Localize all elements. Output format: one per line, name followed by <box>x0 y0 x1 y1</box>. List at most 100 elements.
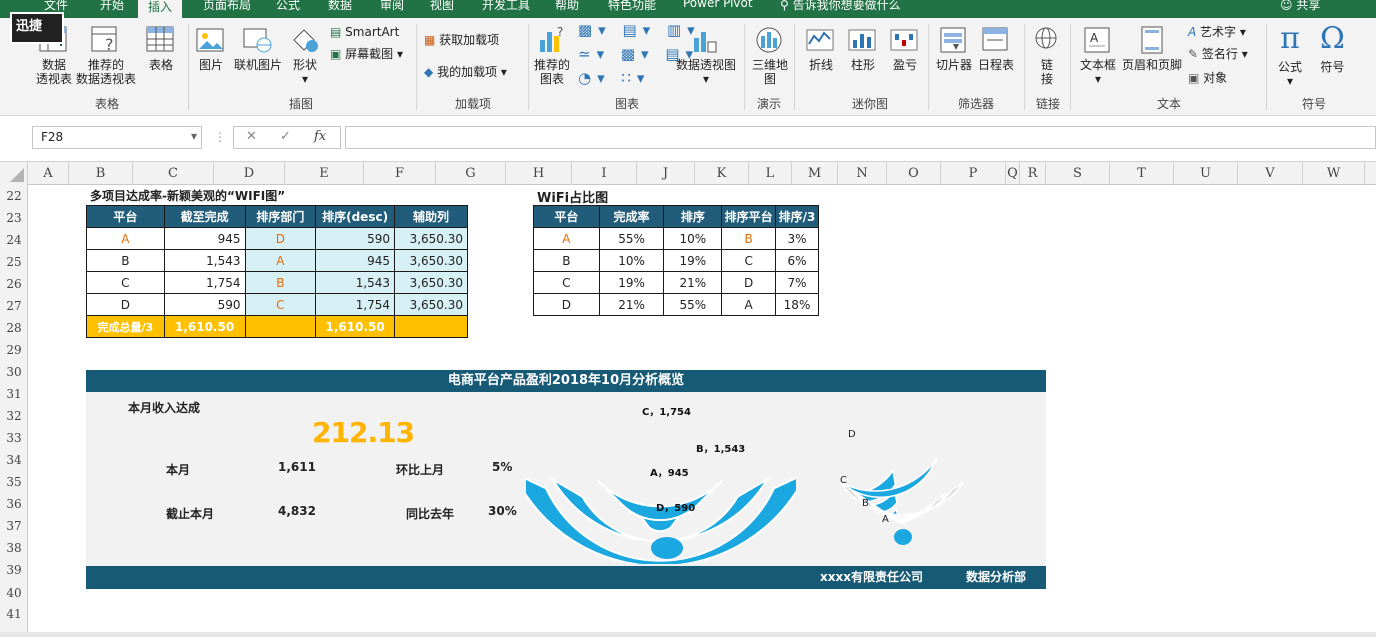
row-header-38[interactable]: 38 <box>0 541 28 555</box>
table-cell[interactable]: 1,543 <box>163 249 246 272</box>
row-header-40[interactable]: 40 <box>0 586 28 600</box>
insert-function-icon[interactable]: fx <box>314 129 326 144</box>
row-header-26[interactable]: 26 <box>0 277 28 291</box>
column-header-O[interactable]: O <box>887 162 941 185</box>
table-cell[interactable] <box>244 315 317 338</box>
tab-formulas[interactable]: 公式 <box>276 0 300 16</box>
column-header-M[interactable]: M <box>792 162 838 185</box>
tab-review[interactable]: 审阅 <box>380 0 404 16</box>
screenshot-button[interactable]: ▣ 屏幕截图 ▾ <box>330 46 403 62</box>
column-header-T[interactable]: T <box>1110 162 1174 185</box>
row-header-34[interactable]: 34 <box>0 453 28 467</box>
table-cell[interactable]: 590 <box>315 227 396 250</box>
row-header-39[interactable]: 39 <box>0 563 28 577</box>
share-button[interactable]: ☺ 共享 <box>1280 0 1320 16</box>
tab-developer[interactable]: 开发工具 <box>482 0 530 16</box>
column-header-U[interactable]: U <box>1174 162 1238 185</box>
table-cell[interactable]: 3,650.30 <box>394 227 468 250</box>
column-header-R[interactable]: R <box>1020 162 1046 185</box>
row-header-31[interactable]: 31 <box>0 387 28 401</box>
table-cell[interactable]: C <box>86 271 165 294</box>
table-cell[interactable]: 3% <box>775 227 819 250</box>
object-button[interactable]: ▣ 对象 <box>1188 70 1227 86</box>
recommended-charts-button[interactable]: ? 推荐的 图表 <box>534 26 570 86</box>
row-header-36[interactable]: 36 <box>0 497 28 511</box>
table-cell[interactable]: 55% <box>598 227 665 250</box>
table-cell[interactable]: 1,754 <box>315 293 396 316</box>
column-header-S[interactable]: S <box>1046 162 1110 185</box>
symbol-button[interactable]: Ω 符号 <box>1320 22 1345 75</box>
table-cell[interactable]: B <box>721 227 777 250</box>
wifi-share-chart[interactable]: A B C D <box>802 392 1002 564</box>
column-header-A[interactable]: A <box>28 162 69 185</box>
row-header-30[interactable]: 30 <box>0 365 28 379</box>
table-cell[interactable]: 1,543 <box>315 271 396 294</box>
pivot-chart-button[interactable]: 数据透视图 ▾ <box>676 26 736 86</box>
column-header-J[interactable]: J <box>637 162 695 185</box>
column-header-K[interactable]: K <box>695 162 749 185</box>
tab-page-layout[interactable]: 页面布局 <box>203 0 251 16</box>
table-cell[interactable]: A <box>244 249 317 272</box>
tab-view[interactable]: 视图 <box>430 0 454 16</box>
chart-type-buttons-3[interactable]: ◔▾ ∷▾ <box>578 70 650 86</box>
table-cell[interactable]: 1,610.50 <box>163 315 246 338</box>
column-header-D[interactable]: D <box>214 162 285 185</box>
column-header-C[interactable]: C <box>133 162 214 185</box>
table-cell[interactable]: 1,754 <box>163 271 246 294</box>
equation-button[interactable]: π 公式 ▾ <box>1278 22 1302 89</box>
row-header-25[interactable]: 25 <box>0 255 28 269</box>
sparkline-line-button[interactable]: 折线 <box>806 26 836 72</box>
table-cell[interactable]: 19% <box>598 271 665 294</box>
table-cell[interactable]: A <box>721 293 777 316</box>
tab-special[interactable]: 特色功能 <box>608 0 656 16</box>
table-cell[interactable]: A <box>533 227 600 250</box>
table-cell[interactable] <box>394 315 468 338</box>
table-cell[interactable]: 945 <box>315 249 396 272</box>
tab-insert[interactable]: 插入 <box>138 0 183 18</box>
header-footer-button[interactable]: 页眉和页脚 <box>1122 26 1182 72</box>
table-cell[interactable]: 完成总量/3 <box>86 315 165 338</box>
row-header-35[interactable]: 35 <box>0 475 28 489</box>
table-cell[interactable]: C <box>721 249 777 272</box>
signature-line-button[interactable]: ✎ 签名行 ▾ <box>1188 46 1248 62</box>
table-cell[interactable]: 10% <box>663 227 723 250</box>
sparkline-column-button[interactable]: 柱形 <box>848 26 878 72</box>
tell-me-search[interactable]: ⚲ 告诉我你想要做什么 <box>780 0 901 16</box>
table-cell[interactable]: 590 <box>163 293 246 316</box>
table-cell[interactable]: D <box>721 271 777 294</box>
table-cell[interactable]: 19% <box>663 249 723 272</box>
column-header-Q[interactable]: Q <box>1006 162 1020 185</box>
table-cell[interactable]: D <box>86 293 165 316</box>
column-header-F[interactable]: F <box>364 162 436 185</box>
3d-map-button[interactable]: 三维地 图 <box>752 26 788 86</box>
column-header-N[interactable]: N <box>838 162 887 185</box>
tab-data[interactable]: 数据 <box>328 0 352 16</box>
table1-header[interactable]: 排序(desc) <box>315 205 396 228</box>
column-header-L[interactable]: L <box>749 162 792 185</box>
table-cell[interactable]: 21% <box>598 293 665 316</box>
pictures-button[interactable]: 图片 <box>196 26 226 72</box>
row-header-22[interactable]: 22 <box>0 189 28 203</box>
my-addins-button[interactable]: ◆ 我的加载项 ▾ <box>424 64 507 80</box>
formula-input[interactable] <box>345 126 1376 149</box>
table-cell[interactable]: 21% <box>663 271 723 294</box>
column-header-G[interactable]: G <box>436 162 506 185</box>
table2-header[interactable]: 排序平台 <box>721 205 777 228</box>
table1-header[interactable]: 平台 <box>86 205 165 228</box>
row-header-27[interactable]: 27 <box>0 299 28 313</box>
table-cell[interactable]: A <box>86 227 165 250</box>
get-addins-button[interactable]: ▦ 获取加载项 <box>424 32 499 48</box>
table-cell[interactable]: 55% <box>663 293 723 316</box>
table-cell[interactable]: 945 <box>163 227 246 250</box>
table-cell[interactable]: 3,650.30 <box>394 249 468 272</box>
wifi-arc-chart[interactable]: D，590 A，945 B，1,543 C，1,754 <box>526 392 796 564</box>
table2-header[interactable]: 完成率 <box>598 205 665 228</box>
link-button[interactable]: 链 接 <box>1032 26 1062 86</box>
row-header-41[interactable]: 41 <box>0 607 28 621</box>
table2-header[interactable]: 排序 <box>663 205 723 228</box>
recommended-pivot-button[interactable]: ? 推荐的 数据透视表 <box>76 26 136 86</box>
row-header-32[interactable]: 32 <box>0 409 28 423</box>
table1-header[interactable]: 截至完成 <box>163 205 246 228</box>
select-all-corner[interactable] <box>0 162 28 185</box>
tab-home[interactable]: 开始 <box>100 0 124 16</box>
